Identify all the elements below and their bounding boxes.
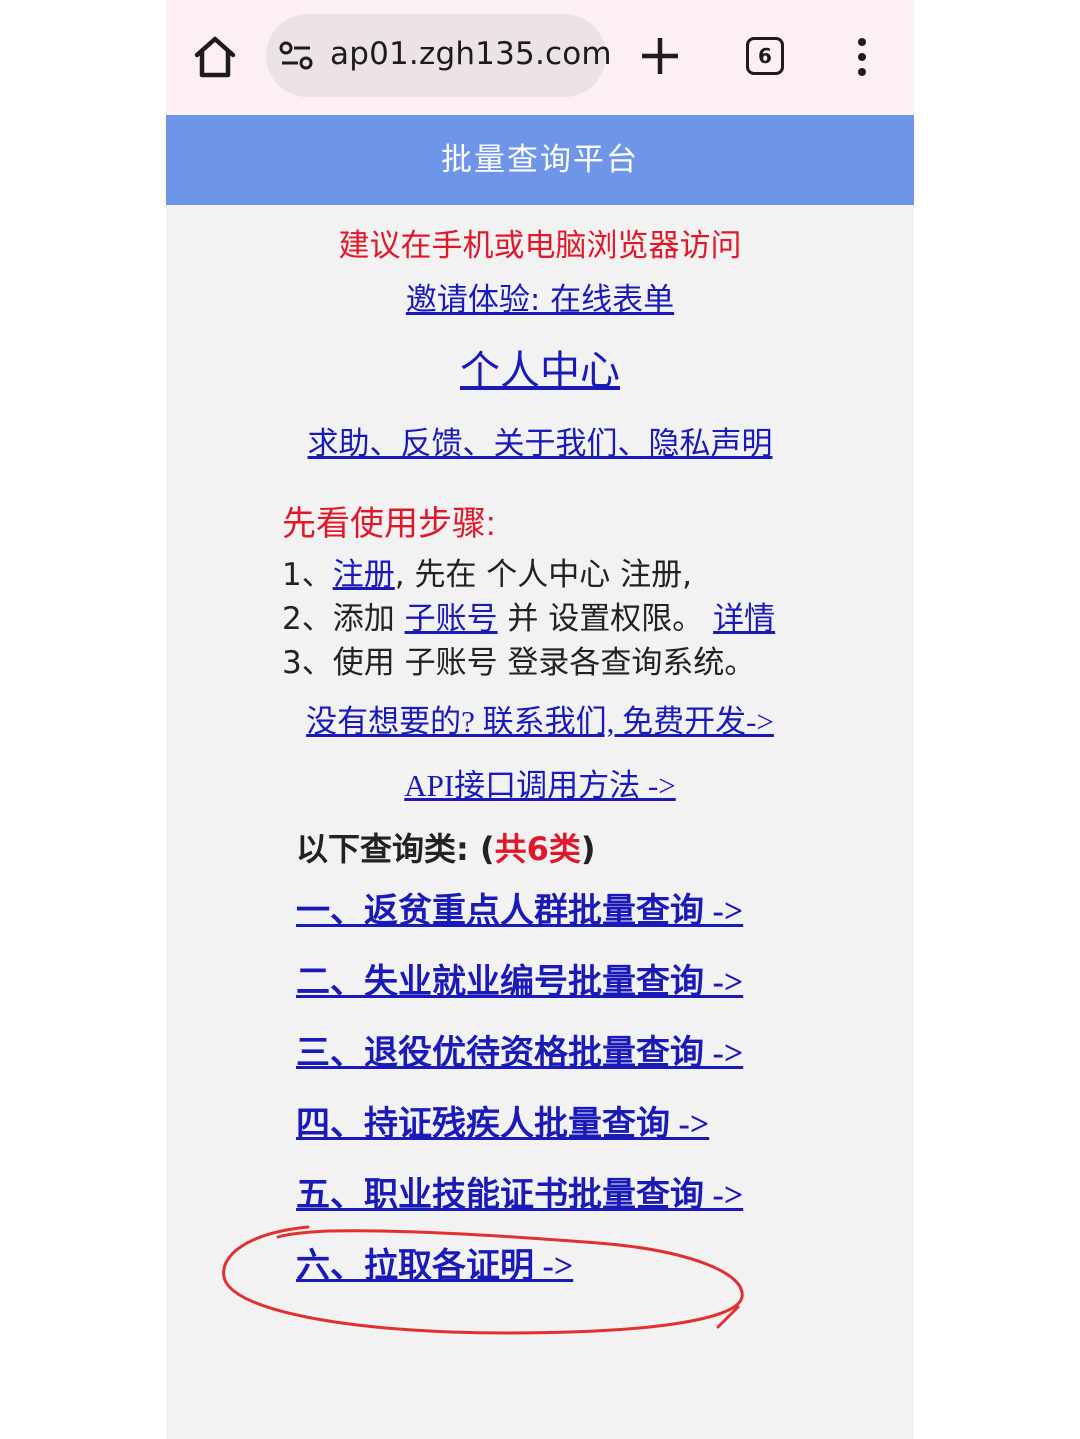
- home-icon[interactable]: [192, 34, 238, 80]
- invite-link[interactable]: 邀请体验: 在线表单: [406, 282, 674, 318]
- category-count: 共6类: [494, 830, 581, 868]
- details-link[interactable]: 详情: [713, 601, 775, 637]
- browser-toolbar: ap01.zgh135.com 6: [166, 0, 914, 115]
- personal-center-link[interactable]: 个人中心: [460, 348, 620, 394]
- query-link-poverty[interactable]: 一、返贫重点人群批量查询 ->: [296, 890, 906, 961]
- sub-account-link[interactable]: 子账号: [405, 601, 498, 637]
- query-link-employment[interactable]: 二、失业就业编号批量查询 ->: [296, 961, 906, 1032]
- tab-switcher-button[interactable]: 6: [746, 37, 784, 75]
- steps-title: 先看使用步骤:: [282, 505, 496, 543]
- query-link-veteran[interactable]: 三、退役优待资格批量查询 ->: [296, 1032, 906, 1103]
- site-settings-icon[interactable]: [278, 40, 314, 72]
- api-link[interactable]: API接口调用方法 ->: [404, 768, 676, 803]
- browser-notice: 建议在手机或电脑浏览器访问: [338, 228, 742, 264]
- query-link-disability[interactable]: 四、持证残疾人批量查询 ->: [296, 1103, 906, 1174]
- url-text[interactable]: ap01.zgh135.com: [330, 36, 612, 72]
- hand-drawn-circle-annotation: [222, 1225, 744, 1335]
- page-header: 批量查询平台: [166, 115, 914, 205]
- address-bar[interactable]: ap01.zgh135.com: [266, 14, 612, 97]
- step-3: 3、使用 子账号 登录各查询系统。: [282, 645, 756, 681]
- new-tab-icon[interactable]: [640, 34, 680, 78]
- more-menu-icon[interactable]: [856, 38, 868, 76]
- contact-us-link[interactable]: 没有想要的? 联系我们, 免费开发->: [306, 704, 774, 739]
- usage-steps: 先看使用步骤: 1、注册, 先在 个人中心 注册, 2、添加 子账号 并 设置权…: [282, 496, 902, 685]
- register-link[interactable]: 注册: [333, 557, 395, 593]
- step-2: 2、添加 子账号 并 设置权限。 详情: [282, 601, 776, 637]
- phone-screen: ap01.zgh135.com 6 批量查询平台 建议在手机或电脑浏览器访问 邀…: [166, 0, 914, 1439]
- step-1: 1、注册, 先在 个人中心 注册,: [282, 557, 693, 593]
- categories-heading: 以下查询类: (共6类): [296, 830, 596, 868]
- help-link[interactable]: 求助、反馈、关于我们、隐私声明: [308, 426, 773, 462]
